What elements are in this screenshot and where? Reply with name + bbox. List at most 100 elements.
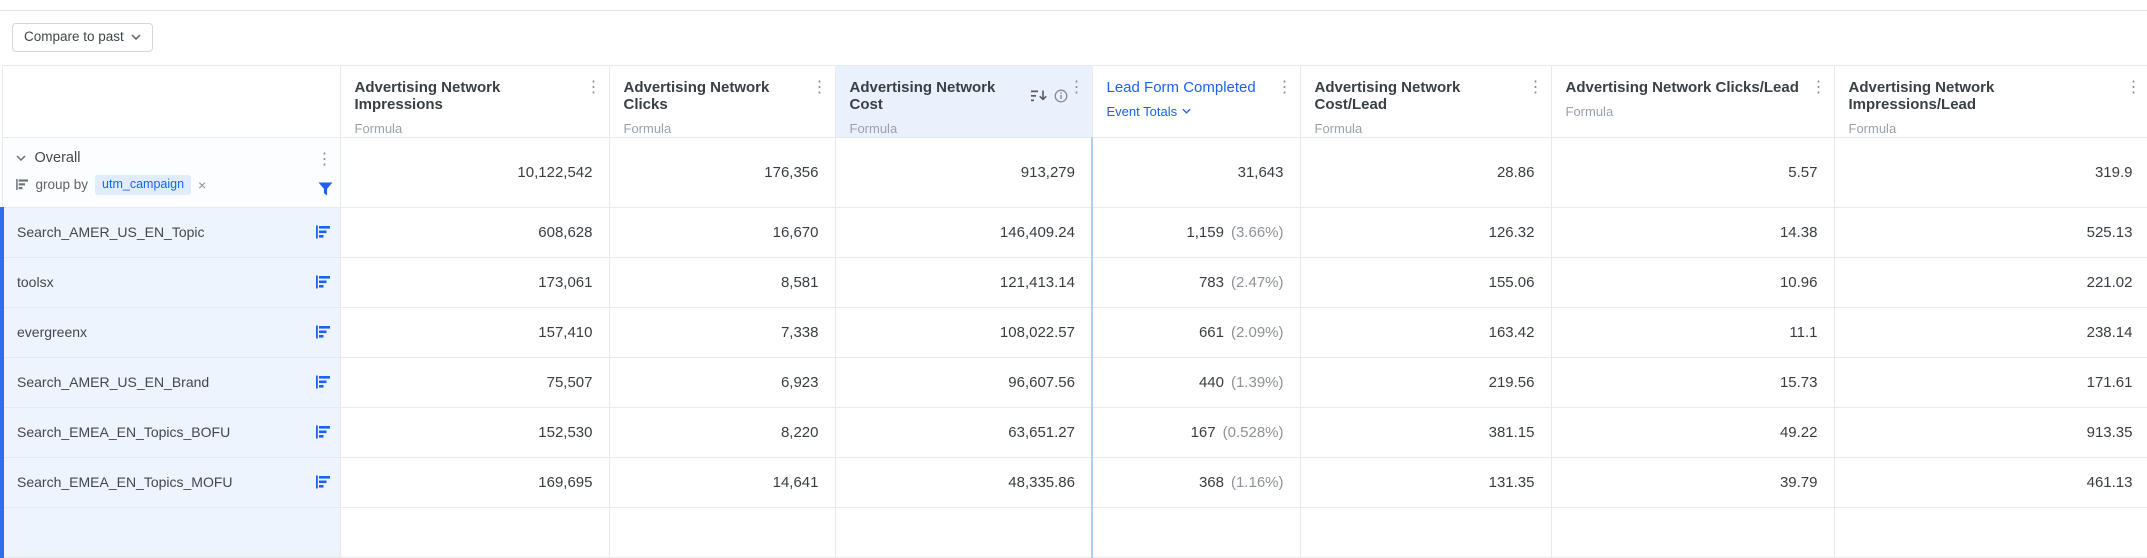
column-menu-icon[interactable]: ⋮ (586, 79, 602, 96)
overall-cell-clicks[interactable]: 176,356 (608, 136, 836, 208)
bar-chart-icon[interactable] (315, 475, 331, 489)
cell-leads[interactable] (1091, 506, 1301, 558)
bar-chart-icon[interactable] (315, 425, 331, 439)
cell-cost-per-lead[interactable]: 126.32 (1299, 206, 1552, 258)
cell-cost-per-lead[interactable]: 155.06 (1299, 256, 1552, 308)
column-subtitle: Formula (354, 120, 403, 136)
cell-cost[interactable]: 63,651.27 (834, 406, 1093, 458)
bar-chart-icon[interactable] (315, 275, 331, 289)
cell-clicks-per-lead[interactable]: 15.73 (1550, 356, 1835, 408)
row-label-cell[interactable]: Search_EMEA_EN_Topics_MOFU (0, 456, 341, 508)
row-label-cell[interactable]: Search_EMEA_EN_Topics_BOFU (0, 406, 341, 458)
cell-cost[interactable]: 108,022.57 (834, 306, 1093, 358)
overall-cell-impressions[interactable]: 10,122,542 (339, 136, 610, 208)
column-menu-icon[interactable]: ⋮ (1069, 79, 1085, 96)
row-label-cell[interactable]: Search_AMER_US_EN_Topic (0, 206, 341, 258)
overall-label-cell[interactable]: Overall ⋮ group by utm_campaign × (1, 136, 341, 208)
cell-cost[interactable]: 96,607.56 (834, 356, 1093, 408)
cell-leads[interactable]: 661 (2.09%) (1091, 306, 1301, 358)
cell-impressions-per-lead[interactable]: 171.61 (1833, 356, 2147, 408)
column-menu-icon[interactable]: ⋮ (1811, 79, 1827, 96)
col-header-clicks[interactable]: Advertising Network Clicks Formula ⋮ (608, 64, 836, 138)
overall-cell-cost[interactable]: 913,279 (834, 136, 1093, 208)
cell-clicks-per-lead[interactable]: 39.79 (1550, 456, 1835, 508)
cell-cost-per-lead[interactable] (1299, 506, 1552, 558)
row-label-cell[interactable]: evergreenx (0, 306, 341, 358)
cell-clicks[interactable]: 14,641 (608, 456, 836, 508)
filter-icon[interactable] (318, 182, 333, 196)
bar-chart-icon[interactable] (315, 375, 331, 389)
cell-cost-per-lead[interactable]: 381.15 (1299, 406, 1552, 458)
cell-cost[interactable]: 121,413.14 (834, 256, 1093, 308)
cell-clicks[interactable]: 6,923 (608, 356, 836, 408)
compare-to-past-button[interactable]: Compare to past (12, 23, 153, 52)
overall-cell-leads[interactable]: 31,643 (1091, 136, 1301, 208)
cell-cost-per-lead[interactable]: 163.42 (1299, 306, 1552, 358)
column-menu-icon[interactable]: ⋮ (812, 79, 828, 96)
info-icon (1054, 89, 1068, 103)
col-header-lead-form-completed[interactable]: Lead Form Completed Event Totals ⋮ (1091, 64, 1301, 138)
cell-leads[interactable]: 167 (0.528%) (1091, 406, 1301, 458)
cell-impressions[interactable]: 169,695 (339, 456, 610, 508)
cell-cost[interactable]: 146,409.24 (834, 206, 1093, 258)
cell-leads[interactable]: 1,159 (3.66%) (1091, 206, 1301, 258)
col-header-cost[interactable]: Advertising Network Cost Formula ⋮ (834, 64, 1093, 138)
overall-menu-icon[interactable]: ⋮ (317, 151, 333, 168)
cell-clicks-per-lead[interactable]: 14.38 (1550, 206, 1835, 258)
event-column-title[interactable]: Lead Form Completed (1107, 79, 1276, 96)
group-by-field-pill[interactable]: utm_campaign (95, 174, 192, 195)
cell-clicks[interactable] (608, 506, 836, 558)
overall-cell-cost-per-lead[interactable]: 28.86 (1299, 136, 1552, 208)
cell-impressions-per-lead[interactable]: 525.13 (1833, 206, 2147, 258)
cell-leads[interactable]: 368 (1.16%) (1091, 456, 1301, 508)
row-label-cell[interactable]: Search_AMER_US_EN_Brand (0, 356, 341, 408)
group-by-icon (15, 179, 29, 191)
bar-chart-icon[interactable] (315, 325, 331, 339)
cell-cost-per-lead[interactable]: 131.35 (1299, 456, 1552, 508)
column-menu-icon[interactable]: ⋮ (1277, 79, 1293, 96)
remove-group-by-icon[interactable]: × (198, 177, 206, 193)
column-subtitle: Formula (1314, 120, 1363, 136)
cell-impressions-per-lead[interactable]: 238.14 (1833, 306, 2147, 358)
cell-clicks-per-lead[interactable]: 49.22 (1550, 406, 1835, 458)
cell-impressions[interactable]: 75,507 (339, 356, 610, 408)
cell-clicks[interactable]: 7,338 (608, 306, 836, 358)
cell-cost[interactable] (834, 506, 1093, 558)
sort-descending-icon[interactable] (1030, 90, 1047, 102)
cell-leads[interactable]: 783 (2.47%) (1091, 256, 1301, 308)
cell-clicks-per-lead[interactable]: 11.1 (1550, 306, 1835, 358)
lead-conversion-pct: (0.528%) (1222, 423, 1284, 441)
cell-impressions[interactable]: 608,628 (339, 206, 610, 258)
cell-leads[interactable]: 440 (1.39%) (1091, 356, 1301, 408)
corner-header-cell (1, 64, 341, 138)
cell-impressions-per-lead[interactable]: 461.13 (1833, 456, 2147, 508)
cell-impressions[interactable]: 152,530 (339, 406, 610, 458)
cell-impressions[interactable]: 173,061 (339, 256, 610, 308)
cell-impressions[interactable]: 157,410 (339, 306, 610, 358)
cell-impressions-per-lead[interactable]: 221.02 (1833, 256, 2147, 308)
col-header-clicks-per-lead[interactable]: Advertising Network Clicks/Lead Formula … (1550, 64, 1835, 138)
row-label-cell[interactable]: toolsx (0, 256, 341, 308)
cell-cost[interactable]: 48,335.86 (834, 456, 1093, 508)
cell-clicks[interactable]: 8,581 (608, 256, 836, 308)
column-menu-icon[interactable]: ⋮ (2126, 79, 2142, 96)
cell-impressions-per-lead[interactable]: 913.35 (1833, 406, 2147, 458)
cell-clicks-per-lead[interactable] (1550, 506, 1835, 558)
cell-clicks[interactable]: 8,220 (608, 406, 836, 458)
cell-clicks[interactable]: 16,670 (608, 206, 836, 258)
cell-clicks-per-lead[interactable]: 10.96 (1550, 256, 1835, 308)
overall-cell-impressions-per-lead[interactable]: 319.9 (1833, 136, 2147, 208)
cell-cost-per-lead[interactable]: 219.56 (1299, 356, 1552, 408)
row-label-cell[interactable] (0, 506, 341, 558)
cell-impressions-per-lead[interactable] (1833, 506, 2147, 558)
col-header-cost-per-lead[interactable]: Advertising Network Cost/Lead Formula ⋮ (1299, 64, 1552, 138)
table-row-partial (0, 506, 2147, 558)
overall-cell-clicks-per-lead[interactable]: 5.57 (1550, 136, 1835, 208)
event-totals-dropdown[interactable]: Event Totals (1107, 104, 1192, 119)
column-menu-icon[interactable]: ⋮ (1528, 79, 1544, 96)
cell-impressions[interactable] (339, 506, 610, 558)
collapse-chevron-icon[interactable] (15, 155, 26, 161)
col-header-impressions-per-lead[interactable]: Advertising Network Impressions/Lead For… (1833, 64, 2147, 138)
col-header-impressions[interactable]: Advertising Network Impressions Formula … (339, 64, 610, 138)
bar-chart-icon[interactable] (315, 225, 331, 239)
